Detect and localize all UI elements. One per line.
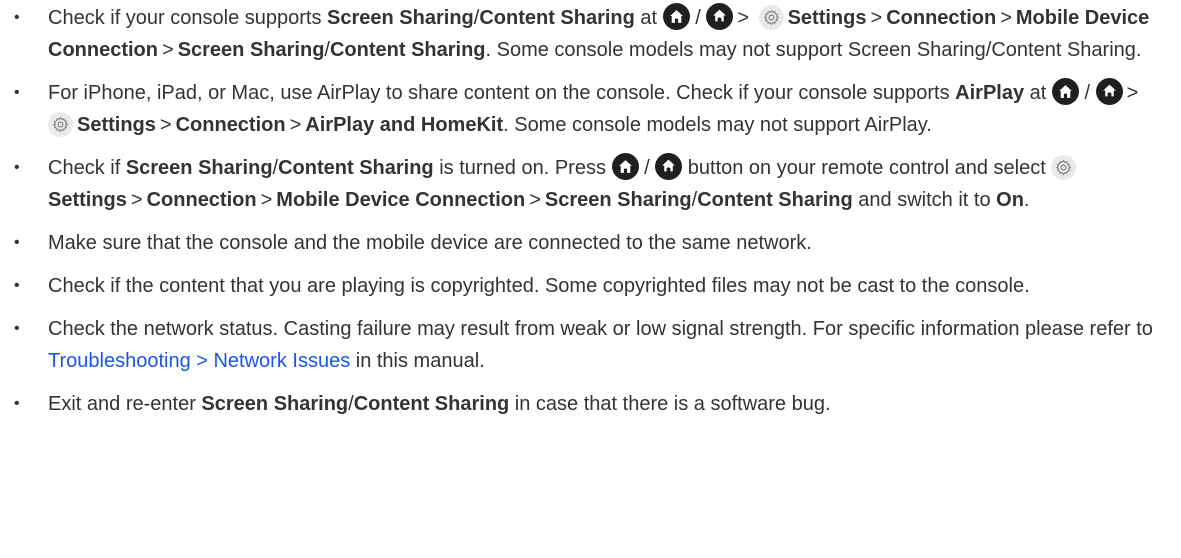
list-item: • For iPhone, iPad, or Mac, use AirPlay …: [0, 77, 1181, 141]
tip-text: Check the network status. Casting failur…: [48, 318, 1153, 372]
home-icon: [1095, 78, 1123, 105]
gear-icon: [1051, 155, 1077, 180]
bullet: •: [14, 84, 20, 101]
list-item: • Exit and re-enter Screen Sharing/Conte…: [0, 388, 1181, 420]
bullet: •: [14, 234, 20, 251]
list-item: • Check if your console supports Screen …: [0, 2, 1181, 66]
tip-text: For iPhone, iPad, or Mac, use AirPlay to…: [48, 77, 1173, 141]
bullet: •: [14, 159, 20, 176]
home-icon: [655, 153, 683, 180]
tip-text: Check if the content that you are playin…: [48, 275, 1030, 297]
gear-icon: [758, 5, 784, 30]
home-icon: [706, 3, 734, 30]
bullet: •: [14, 320, 20, 337]
tip-text: Make sure that the console and the mobil…: [48, 232, 812, 254]
troubleshooting-tips-list: • Check if your console supports Screen …: [0, 2, 1181, 431]
gear-icon: [48, 112, 73, 137]
bullet: •: [14, 9, 20, 26]
troubleshooting-network-issues-link[interactable]: Troubleshooting > Network Issues: [48, 350, 350, 372]
home-icon: [611, 153, 639, 180]
bullet: •: [14, 395, 20, 412]
list-item: • Make sure that the console and the mob…: [0, 227, 1181, 259]
home-icon: [662, 3, 690, 30]
tip-text: Exit and re-enter Screen Sharing/Content…: [48, 393, 831, 415]
list-item: • Check the network status. Casting fail…: [0, 313, 1181, 377]
tip-text: Check if your console supports Screen Sh…: [48, 2, 1173, 66]
bullet: •: [14, 277, 20, 294]
home-icon: [1051, 78, 1079, 105]
list-item: • Check if Screen Sharing/Content Sharin…: [0, 152, 1181, 216]
tip-text: Check if Screen Sharing/Content Sharing …: [48, 152, 1173, 216]
list-item: • Check if the content that you are play…: [0, 270, 1181, 302]
